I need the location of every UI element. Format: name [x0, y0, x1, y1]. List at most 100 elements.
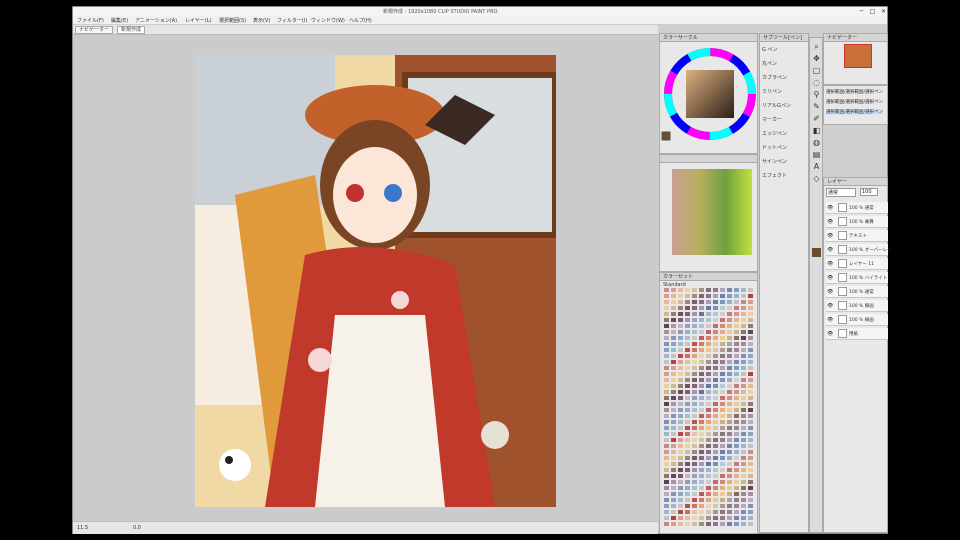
- zoom-readout[interactable]: 11.5: [77, 525, 88, 531]
- visibility-eye-icon[interactable]: 👁: [827, 205, 833, 211]
- layer-panel: レイヤー 通常 100 👁 100 % 通常 👁 100 % 乗算 👁 テキスト 👁 100 …: [823, 177, 892, 533]
- color-circle-panel: カラーサークル: [659, 33, 758, 154]
- navigator-title: ナビゲーター: [824, 34, 887, 42]
- menu-layer[interactable]: レイヤー(L): [185, 17, 212, 24]
- menu-window[interactable]: ウィンドウ(W): [311, 17, 345, 24]
- rotation-readout[interactable]: 0.0: [133, 525, 141, 531]
- layer-name: 100 % 線画: [849, 318, 874, 323]
- color-swatch[interactable]: [733, 521, 740, 527]
- layer-row[interactable]: 👁 100 % 乗算: [826, 216, 888, 228]
- color-mixing-field[interactable]: [672, 169, 752, 255]
- color-swatch[interactable]: [726, 521, 733, 527]
- navigator-preview[interactable]: [844, 44, 872, 68]
- layer-opacity[interactable]: 100: [860, 188, 878, 196]
- main-color-swatch[interactable]: [812, 248, 821, 257]
- layer-name: 100 % 通常: [849, 290, 874, 295]
- layer-thumbnail: [838, 245, 847, 254]
- history-item[interactable]: 選択範囲/選択範囲/選択ペン: [826, 99, 883, 105]
- menu-animation[interactable]: アニメーション(A): [135, 17, 177, 24]
- visibility-eye-icon[interactable]: 👁: [827, 233, 833, 239]
- gradient-tool-icon[interactable]: ▤: [812, 150, 821, 159]
- layer-row[interactable]: 👁 100 % 線画: [826, 314, 888, 326]
- pen-tool-icon[interactable]: ✎: [812, 102, 821, 111]
- color-swatch[interactable]: [712, 521, 719, 527]
- layer-name: 100 % 通常: [849, 206, 874, 211]
- color-swatch-grid[interactable]: [663, 287, 754, 527]
- layer-row[interactable]: 👁 100 % 線画: [826, 300, 888, 312]
- layer-thumbnail: [838, 287, 847, 296]
- layer-thumbnail: [838, 231, 847, 240]
- layer-thumbnail: [838, 203, 847, 212]
- color-swatch[interactable]: [663, 521, 670, 527]
- menu-view[interactable]: 表示(V): [253, 17, 270, 24]
- menu-filter[interactable]: フィルター(I): [277, 17, 307, 24]
- figure-tool-icon[interactable]: ◇: [812, 174, 821, 183]
- layer-thumbnail: [838, 315, 847, 324]
- layer-name: 100 % 乗算: [849, 220, 874, 225]
- visibility-eye-icon[interactable]: 👁: [827, 261, 833, 267]
- visibility-eye-icon[interactable]: 👁: [827, 331, 833, 337]
- eyedropper-tool-icon[interactable]: ⚲: [812, 90, 821, 99]
- layer-thumbnail: [838, 329, 847, 338]
- menu-file[interactable]: ファイル(F): [77, 17, 104, 24]
- history-item[interactable]: 選択範囲/選択範囲/選択ペン: [826, 89, 883, 95]
- visibility-eye-icon[interactable]: 👁: [827, 317, 833, 323]
- layer-name: 100 % 線画: [849, 304, 874, 309]
- layer-thumbnail: [838, 273, 847, 282]
- brush-tool-icon[interactable]: ✐: [812, 114, 821, 123]
- color-swatch[interactable]: [670, 521, 677, 527]
- minimize-button[interactable]: ─: [857, 8, 866, 15]
- blend-mode-select[interactable]: 通常: [826, 188, 856, 197]
- layer-thumbnail: [838, 217, 847, 226]
- zoom-tool-icon[interactable]: ⌕: [812, 42, 821, 51]
- menu-bar: ファイル(F) 編集(E) アニメーション(A) レイヤー(L) 選択範囲(S)…: [73, 16, 887, 25]
- subtool-title: サブツール[ペン]: [760, 34, 808, 42]
- lasso-tool-icon[interactable]: ◌: [812, 78, 821, 87]
- layer-row[interactable]: 👁 100 % 通常: [826, 202, 888, 214]
- layer-name: レイヤー 11: [849, 262, 875, 267]
- color-circle-title: カラーサークル: [660, 34, 757, 42]
- layer-row[interactable]: 👁 100 % オーバーレイ: [826, 244, 892, 256]
- canvas-tab-bar: ナビゲーター 新規作成: [73, 25, 658, 35]
- tab-document[interactable]: 新規作成: [117, 26, 146, 34]
- color-set-title: カラーセット: [660, 273, 757, 281]
- maximize-button[interactable]: □: [868, 8, 877, 15]
- tab-navigator[interactable]: ナビゲーター: [75, 26, 114, 34]
- layer-row[interactable]: 👁 100 % ハイライト: [826, 272, 888, 284]
- artwork-canvas[interactable]: [195, 55, 556, 507]
- menu-selection[interactable]: 選択範囲(S): [219, 17, 246, 24]
- color-swatch[interactable]: [684, 521, 691, 527]
- selection-tool-icon[interactable]: ▢: [812, 66, 821, 75]
- color-swatch[interactable]: [740, 521, 747, 527]
- color-swatch[interactable]: [719, 521, 726, 527]
- history-item[interactable]: 選択範囲/選択範囲/選択ペン: [826, 109, 884, 115]
- move-tool-icon[interactable]: ✥: [812, 54, 821, 63]
- visibility-eye-icon[interactable]: 👁: [827, 275, 833, 281]
- layer-row[interactable]: 👁 レイヤー 11: [826, 258, 888, 270]
- layer-panel-title: レイヤー: [824, 178, 887, 186]
- canvas-area[interactable]: [73, 35, 658, 521]
- color-swatch[interactable]: [747, 521, 754, 527]
- layer-row[interactable]: 👁 テキスト: [826, 230, 888, 242]
- color-swatch[interactable]: [677, 521, 684, 527]
- visibility-eye-icon[interactable]: 👁: [827, 289, 833, 295]
- eraser-tool-icon[interactable]: ◧: [812, 126, 821, 135]
- text-tool-icon[interactable]: A: [812, 162, 821, 171]
- layer-row[interactable]: 👁 用紙: [826, 328, 888, 340]
- menu-help[interactable]: ヘルプ(H): [349, 17, 372, 24]
- menu-edit[interactable]: 編集(E): [111, 17, 128, 24]
- color-swatch[interactable]: [691, 521, 698, 527]
- color-swatch[interactable]: [705, 521, 712, 527]
- color-wheel[interactable]: [660, 42, 757, 152]
- close-button[interactable]: ✕: [879, 8, 888, 15]
- visibility-eye-icon[interactable]: 👁: [827, 247, 833, 253]
- layer-name: 用紙: [849, 332, 858, 337]
- layer-row[interactable]: 👁 100 % 通常: [826, 286, 888, 298]
- color-set-panel: カラーセット Standard: [659, 272, 758, 534]
- visibility-eye-icon[interactable]: 👁: [827, 219, 833, 225]
- artwork-illustration: [195, 55, 556, 507]
- fill-tool-icon[interactable]: ◍: [812, 138, 821, 147]
- layer-name: テキスト: [849, 234, 867, 239]
- color-swatch[interactable]: [698, 521, 705, 527]
- visibility-eye-icon[interactable]: 👁: [827, 303, 833, 309]
